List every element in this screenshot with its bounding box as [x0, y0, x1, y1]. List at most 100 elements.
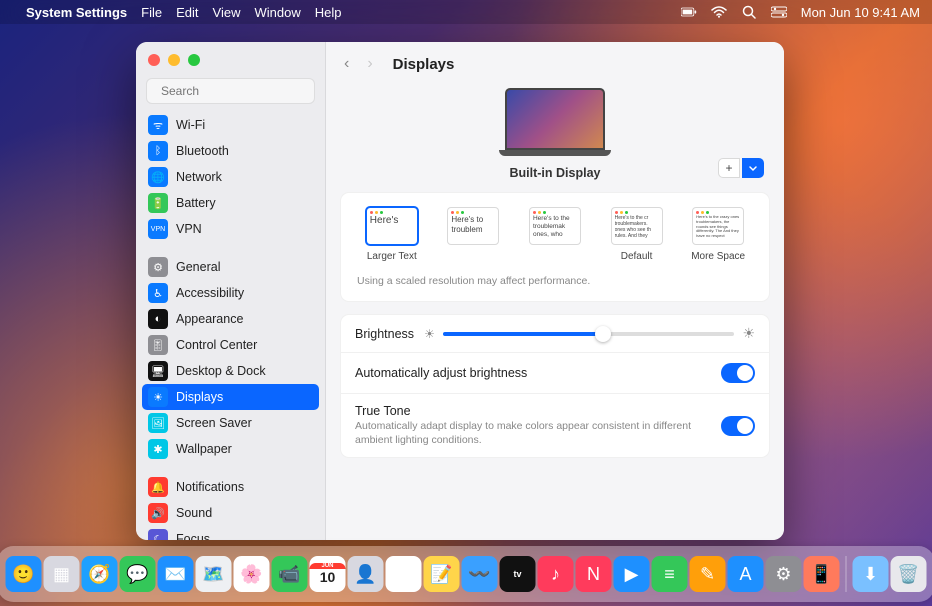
sound-icon: 🔊: [148, 503, 168, 523]
menu-view[interactable]: View: [213, 5, 241, 20]
dock-pages[interactable]: ✎: [690, 556, 726, 592]
display-name-label: Built-in Display: [344, 166, 766, 180]
menubar-battery-icon[interactable]: [681, 4, 697, 20]
true-tone-toggle[interactable]: [721, 416, 755, 436]
wallpaper-icon: ✱: [148, 439, 168, 459]
sidebar-item-displays[interactable]: ☀Displays: [142, 384, 319, 410]
arrange-dropdown-button[interactable]: [742, 158, 764, 178]
menu-edit[interactable]: Edit: [176, 5, 198, 20]
slider-thumb[interactable]: [595, 326, 611, 342]
sidebar-item-bluetooth[interactable]: ᛒ Bluetooth: [142, 138, 319, 164]
menu-window[interactable]: Window: [254, 5, 300, 20]
brightness-slider[interactable]: ☀︎ ☀︎: [424, 325, 755, 342]
sidebar-item-battery[interactable]: 🔋Battery: [142, 190, 319, 216]
desktop-icon: 🖥: [148, 361, 168, 381]
dock-facetime[interactable]: 📹: [272, 556, 308, 592]
dock-tv[interactable]: tv: [500, 556, 536, 592]
sidebar-item-sound[interactable]: 🔊Sound: [142, 500, 319, 526]
sidebar-item-desktop-dock[interactable]: 🖥Desktop & Dock: [142, 358, 319, 384]
dock-settings[interactable]: ⚙: [766, 556, 802, 592]
dock-finder[interactable]: 🙂: [6, 556, 42, 592]
sidebar-item-appearance[interactable]: ◐Appearance: [142, 306, 319, 332]
zoom-button[interactable]: [188, 54, 200, 66]
dock-notes[interactable]: 📝: [424, 556, 460, 592]
dock-downloads[interactable]: ⬇: [853, 556, 889, 592]
bluetooth-icon: ᛒ: [148, 141, 168, 161]
dock-mail[interactable]: ✉️: [158, 556, 194, 592]
dock-keynote[interactable]: ▶: [614, 556, 650, 592]
menu-help[interactable]: Help: [315, 5, 342, 20]
dock-contacts[interactable]: 👤: [348, 556, 384, 592]
laptop-icon: [499, 88, 611, 160]
sidebar-item-label: Network: [176, 170, 222, 184]
window-controls: [136, 42, 325, 74]
dock-news[interactable]: N: [576, 556, 612, 592]
search-field[interactable]: [146, 78, 315, 104]
sidebar-item-notifications[interactable]: 🔔Notifications: [142, 474, 319, 500]
dock-messages[interactable]: 💬: [120, 556, 156, 592]
resolution-option-1[interactable]: Here's to troublem: [439, 207, 509, 263]
sidebar-item-control-center[interactable]: 🎚 Control Center: [142, 332, 319, 358]
menubar-control-center-icon[interactable]: [771, 4, 787, 20]
resolution-option-3[interactable]: Here's to the cr troublemakers. ones who…: [602, 207, 672, 263]
menubar-app-name[interactable]: System Settings: [26, 5, 127, 20]
resolution-note: Using a scaled resolution may affect per…: [341, 271, 769, 301]
menubar-wifi-icon[interactable]: [711, 4, 727, 20]
dock-maps[interactable]: 🗺️: [196, 556, 232, 592]
sidebar-item-general[interactable]: ⚙General: [142, 254, 319, 280]
add-display-button[interactable]: +: [718, 158, 740, 178]
true-tone-label: True Tone: [355, 404, 711, 418]
sidebar-item-vpn[interactable]: VPN VPN: [142, 216, 319, 242]
sidebar-item-label: Focus: [176, 532, 210, 540]
sidebar-item-wallpaper[interactable]: ✱Wallpaper: [142, 436, 319, 462]
vpn-icon: VPN: [148, 219, 168, 239]
sidebar-item-accessibility[interactable]: ♿︎Accessibility: [142, 280, 319, 306]
sidebar-item-label: Screen Saver: [176, 416, 252, 430]
dock-launchpad[interactable]: ▦: [44, 556, 80, 592]
toolbar: ‹ › Displays: [326, 42, 784, 86]
appearance-icon: ◐: [148, 309, 168, 329]
dock-trash[interactable]: 🗑️: [891, 556, 927, 592]
dock-photos[interactable]: 🌸: [234, 556, 270, 592]
resolution-preview: Here's to troublem: [447, 207, 499, 245]
auto-brightness-label: Automatically adjust brightness: [355, 366, 711, 380]
sidebar-item-label: VPN: [176, 222, 202, 236]
dock-freeform[interactable]: 〰️: [462, 556, 498, 592]
resolution-option-4[interactable]: Here's to the crazy ones troublemakers, …: [683, 207, 753, 263]
resolution-option-2[interactable]: Here's to the troublemak ones, who: [520, 207, 590, 263]
nav-back-button[interactable]: ‹: [340, 55, 353, 73]
sidebar-item-label: Battery: [176, 196, 216, 210]
sidebar-item-label: Control Center: [176, 338, 257, 352]
sidebar-item-screen-saver[interactable]: 🖼 Screen Saver: [142, 410, 319, 436]
bell-icon: 🔔: [148, 477, 168, 497]
control-icon: 🎚: [148, 335, 168, 355]
dock-reminders[interactable]: ☰: [386, 556, 422, 592]
resolution-label: More Space: [683, 251, 753, 263]
screensaver-icon: 🖼: [148, 413, 168, 433]
auto-brightness-toggle[interactable]: [721, 363, 755, 383]
dock-numbers[interactable]: ≡: [652, 556, 688, 592]
display-preview: Built-in Display +: [326, 86, 784, 188]
dock-safari[interactable]: 🧭: [82, 556, 118, 592]
page-title: Displays: [393, 56, 455, 73]
dock-calendar[interactable]: JUN10: [310, 556, 346, 592]
content-pane: ‹ › Displays Built-in Display + Here'sLa…: [326, 42, 784, 540]
sidebar-item-focus[interactable]: ☾Focus: [142, 526, 319, 540]
nav-forward-button[interactable]: ›: [363, 55, 376, 73]
minimize-button[interactable]: [168, 54, 180, 66]
dock-music[interactable]: ♪: [538, 556, 574, 592]
resolution-option-0[interactable]: Here'sLarger Text: [357, 207, 427, 263]
close-button[interactable]: [148, 54, 160, 66]
dock-iphone-mirror[interactable]: 📱: [804, 556, 840, 592]
displays-icon: ☀: [148, 387, 168, 407]
menu-file[interactable]: File: [141, 5, 162, 20]
menubar-datetime[interactable]: Mon Jun 10 9:41 AM: [801, 5, 920, 20]
chevron-down-icon: [748, 163, 758, 173]
search-input[interactable]: [161, 84, 316, 98]
menubar-spotlight-icon[interactable]: [741, 4, 757, 20]
sidebar-item-label: Bluetooth: [176, 144, 229, 158]
sidebar-item-wi-fi[interactable]: ᯤWi-Fi: [142, 112, 319, 138]
dock-appstore[interactable]: A: [728, 556, 764, 592]
brightness-label: Brightness: [355, 327, 414, 341]
sidebar-item-network[interactable]: 🌐Network: [142, 164, 319, 190]
